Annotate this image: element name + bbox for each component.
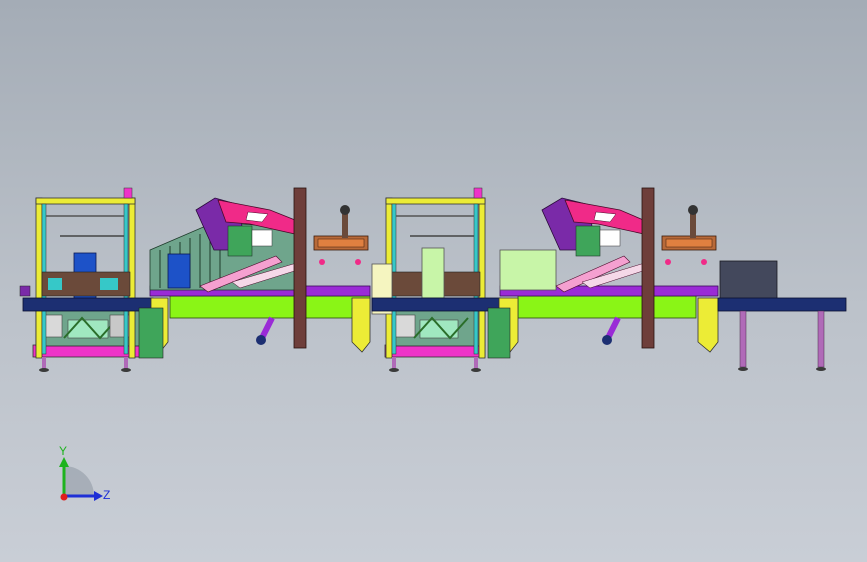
module-1-sealer <box>138 187 371 359</box>
carton-lightgreen-1 <box>421 247 445 299</box>
belt-segment-2 <box>371 297 501 312</box>
brown-post-1 <box>293 187 307 349</box>
brown-post-2 <box>641 187 655 349</box>
triad-arc <box>64 466 94 496</box>
green-conveyor-1 <box>169 295 371 319</box>
module-2-sealer <box>487 187 719 359</box>
cad-viewport[interactable]: Y Z <box>0 0 867 562</box>
belt-segment-1 <box>22 297 154 312</box>
module-1-frame <box>19 187 142 372</box>
origin-dot <box>60 493 68 501</box>
carton-lightgreen-2 <box>499 249 557 291</box>
output-conveyor <box>717 260 847 371</box>
y-axis-label: Y <box>59 444 67 458</box>
frame-top-left <box>35 197 136 205</box>
z-axis-label: Z <box>103 488 110 502</box>
coordinate-triad: Y Z <box>59 444 110 502</box>
belt-segment-3 <box>717 297 847 312</box>
frame-post-left-a <box>35 197 43 359</box>
carton-dark <box>719 260 778 300</box>
module-2-frame <box>371 187 486 372</box>
carton-blue-2 <box>167 253 191 289</box>
